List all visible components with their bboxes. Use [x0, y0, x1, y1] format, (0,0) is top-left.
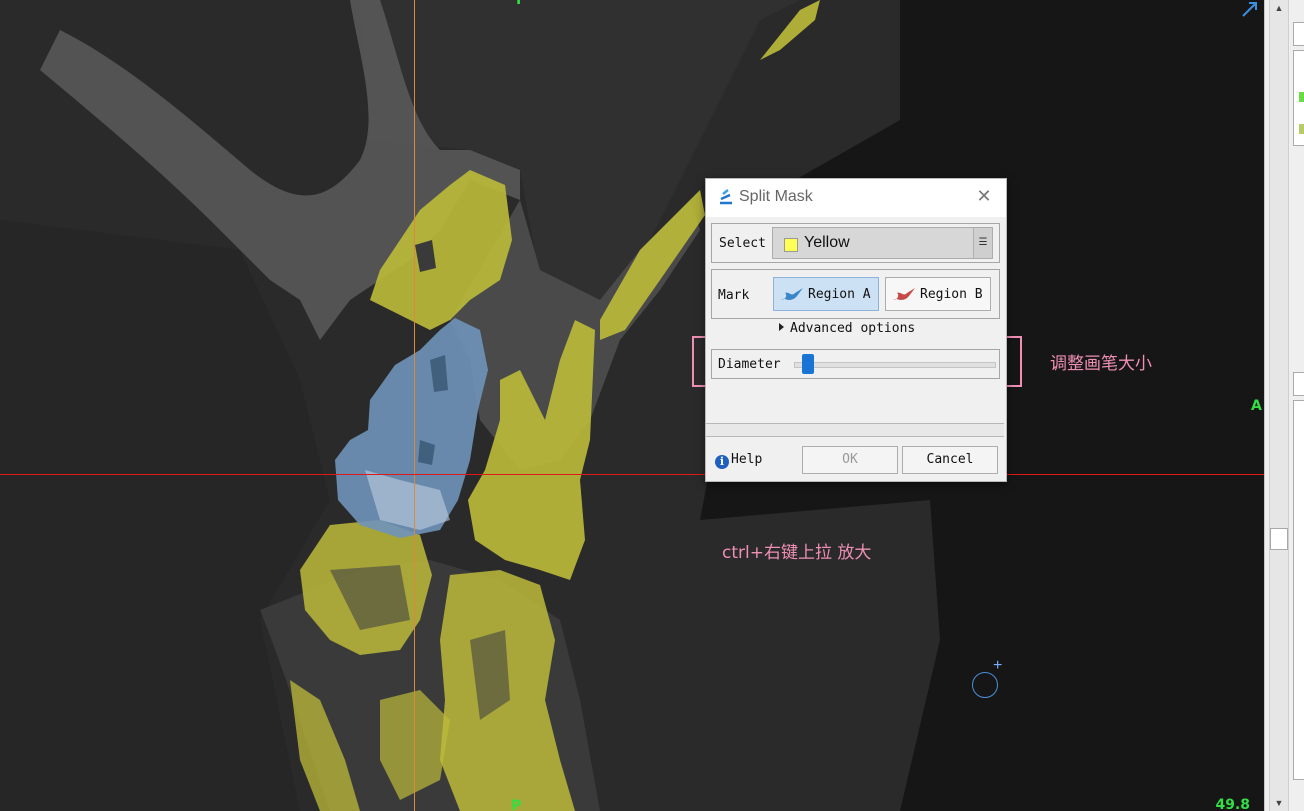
cancel-button[interactable]: Cancel — [902, 446, 998, 474]
right-side-panel: ▲ ▼ — [1264, 0, 1304, 811]
annotation-brush-size: 调整画笔大小 — [1050, 354, 1152, 374]
diameter-slider-thumb[interactable] — [802, 354, 814, 374]
maximize-view-icon[interactable] — [1240, 0, 1260, 18]
mask-select-dropdown[interactable]: Yellow ☰ — [772, 227, 993, 259]
panel-mask-swatch — [1299, 124, 1304, 134]
mask-color-swatch — [784, 238, 798, 252]
help-button[interactable]: i Help — [715, 452, 762, 469]
dropdown-menu-icon[interactable]: ☰ — [973, 228, 992, 258]
mark-group: Mark Region A Region B — [711, 269, 1000, 319]
app-logo-icon — [720, 189, 732, 205]
mark-label: Mark — [718, 288, 750, 303]
close-icon[interactable]: ✕ — [973, 185, 995, 207]
annotation-zoom-hint: ctrl+右键上拉 放大 — [722, 543, 872, 563]
orientation-label-bottom: P — [511, 798, 522, 811]
brush-cursor-plus-icon: + — [993, 657, 1003, 674]
diameter-group: Diameter — [711, 349, 1000, 379]
split-mask-dialog: Split Mask ✕ Select Yellow ☰ Mark Region… — [705, 178, 1007, 482]
dialog-title: Split Mask — [739, 188, 813, 205]
ct-slice-image — [0, 0, 1264, 811]
crosshair-horizontal[interactable] — [0, 474, 1264, 475]
help-label: Help — [731, 452, 763, 467]
diameter-label: Diameter — [718, 357, 781, 372]
region-a-button[interactable]: Region A — [773, 277, 879, 311]
dialog-titlebar[interactable]: Split Mask ✕ — [706, 179, 1006, 217]
diameter-slider-track[interactable] — [794, 362, 996, 368]
region-a-label: Region A — [808, 287, 871, 302]
image-viewport[interactable]: I A P 49.8 调整画笔大小 ctrl+右键上拉 放大 + — [0, 0, 1264, 811]
scroll-up-arrow-icon[interactable]: ▲ — [1270, 0, 1288, 16]
scroll-down-arrow-icon[interactable]: ▼ — [1270, 795, 1288, 811]
mask-select-value: Yellow — [804, 234, 850, 251]
vertical-scrollbar[interactable]: ▲ ▼ — [1269, 0, 1289, 811]
info-icon: i — [715, 455, 729, 469]
select-label: Select — [719, 236, 766, 251]
brush-red-icon — [893, 288, 915, 300]
progress-bar — [706, 423, 1004, 437]
slice-value-readout: 49.8 — [1215, 797, 1250, 811]
advanced-options-label: Advanced options — [790, 321, 916, 336]
region-b-label: Region B — [920, 287, 983, 302]
crosshair-vertical[interactable] — [414, 0, 415, 811]
panel-fragment-box[interactable] — [1293, 22, 1304, 46]
region-b-button[interactable]: Region B — [885, 277, 991, 311]
orientation-label-right: A — [1251, 398, 1262, 414]
panel-fragment-list[interactable] — [1293, 400, 1304, 780]
brush-blue-icon — [781, 288, 803, 300]
panel-mask-swatch — [1299, 92, 1304, 102]
advanced-options-toggle[interactable]: Advanced options — [779, 321, 915, 336]
scroll-thumb[interactable] — [1270, 528, 1288, 550]
expand-arrow-icon — [779, 323, 784, 331]
select-group: Select Yellow ☰ — [711, 223, 1000, 263]
orientation-label-top: I — [516, 0, 522, 8]
ok-button[interactable]: OK — [802, 446, 898, 474]
panel-fragment-box[interactable] — [1293, 372, 1304, 396]
brush-cursor-circle — [972, 672, 998, 698]
